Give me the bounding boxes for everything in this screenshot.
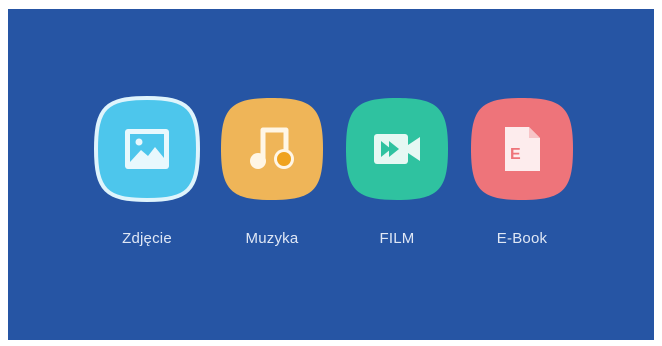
- home-screen: Zdjęcie Muzyka FILM E E-Book: [8, 9, 654, 340]
- music-tile-icon[interactable]: [217, 94, 327, 204]
- svg-text:E: E: [510, 146, 521, 163]
- ebook-icon: E: [505, 127, 540, 171]
- music-icon: [250, 127, 294, 169]
- tile-ebook[interactable]: E E-Book: [467, 94, 577, 247]
- tile-label-ebook: E-Book: [496, 230, 548, 247]
- photos-tile-icon[interactable]: [92, 94, 202, 204]
- film-tile-icon[interactable]: [342, 94, 452, 204]
- ebook-tile-icon[interactable]: E: [467, 94, 577, 204]
- tile-music[interactable]: Muzyka: [217, 94, 327, 247]
- tile-film[interactable]: FILM: [342, 94, 452, 247]
- tile-photos[interactable]: Zdjęcie: [92, 94, 202, 247]
- image-icon: [125, 129, 169, 169]
- video-icon: [374, 134, 420, 164]
